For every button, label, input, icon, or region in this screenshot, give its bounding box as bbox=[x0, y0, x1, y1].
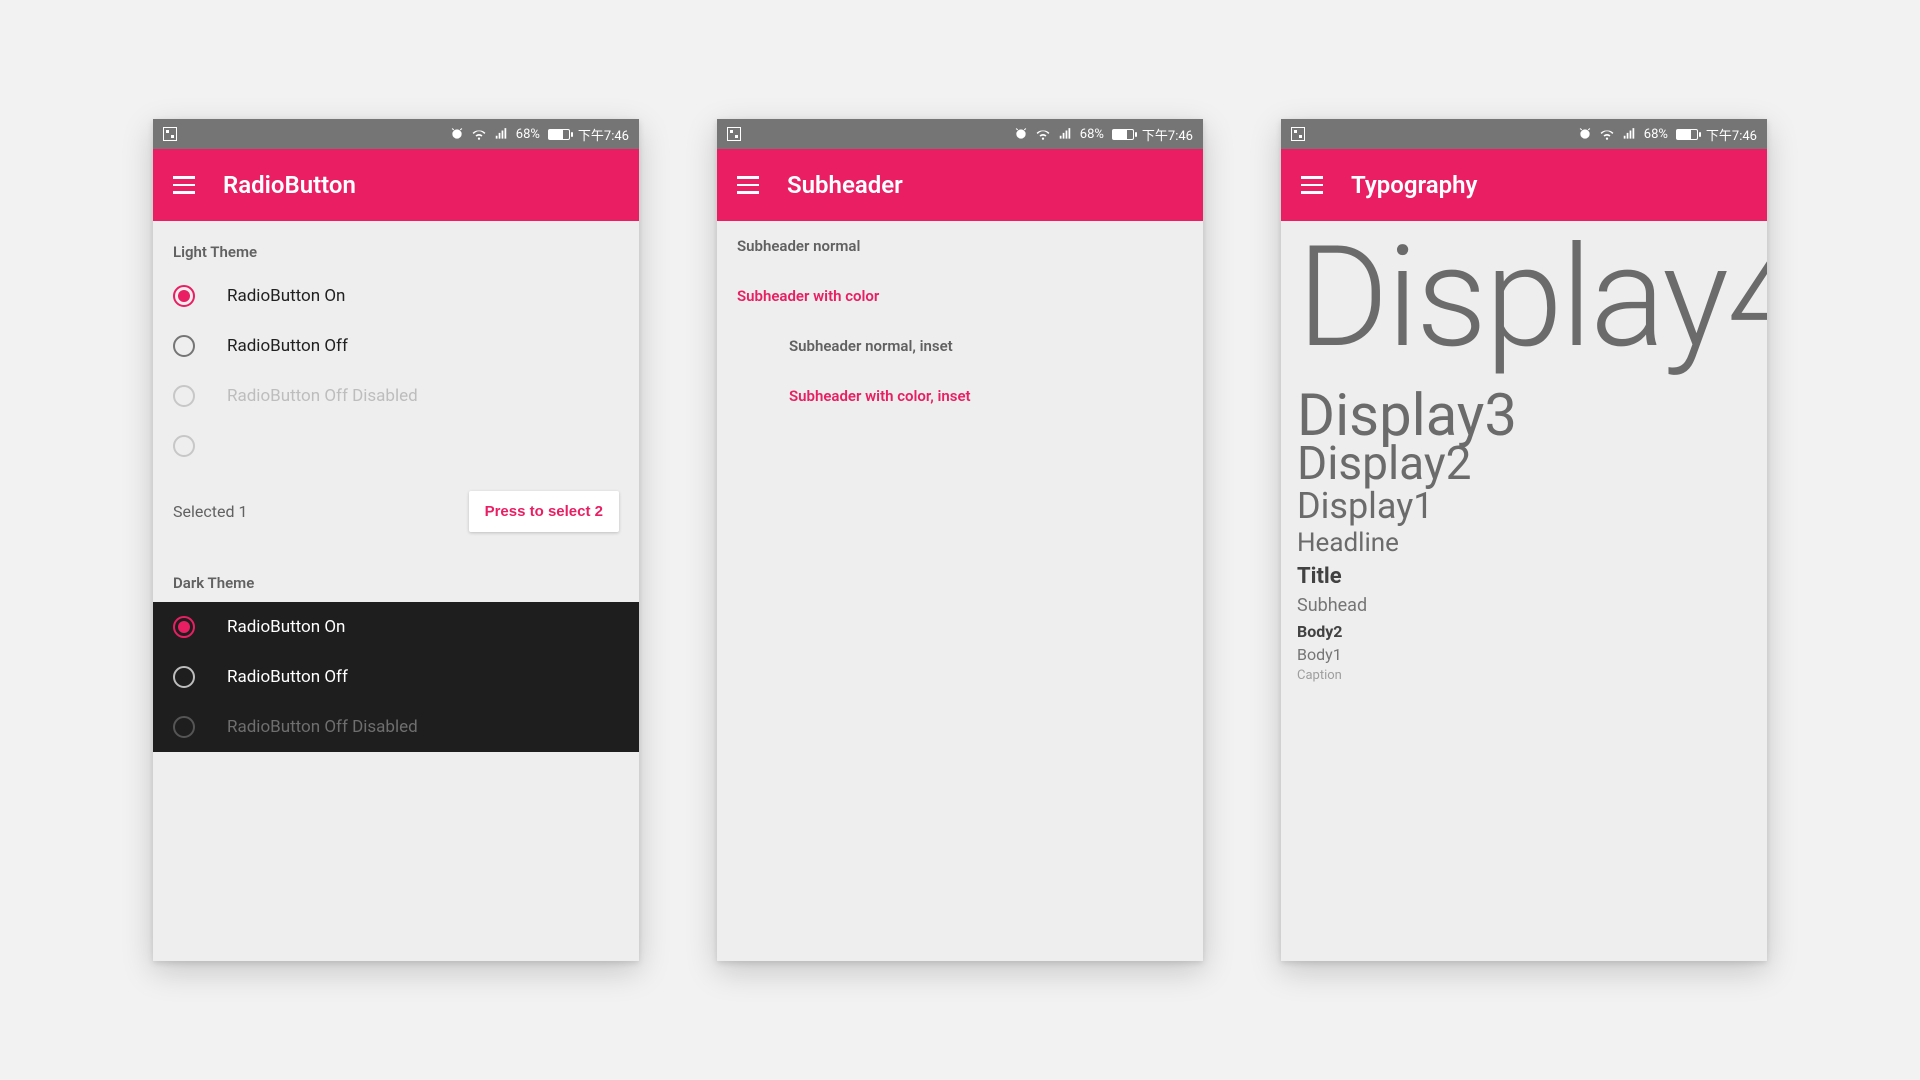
battery-icon bbox=[1676, 129, 1698, 140]
radio-off-disabled-icon bbox=[173, 385, 195, 407]
dark-radio-off-row[interactable]: RadioButton Off bbox=[153, 652, 639, 702]
signal-icon bbox=[494, 127, 508, 141]
menu-icon[interactable] bbox=[1301, 176, 1323, 194]
menu-icon[interactable] bbox=[173, 176, 195, 194]
press-to-select-button[interactable]: Press to select 2 bbox=[469, 491, 619, 532]
content-subheader: Subheader normal Subheader with color Su… bbox=[717, 221, 1203, 961]
text-caption: Caption bbox=[1297, 668, 1751, 683]
text-subhead: Subhead bbox=[1297, 595, 1751, 616]
content-radiobutton: Light Theme RadioButton On RadioButton O… bbox=[153, 221, 639, 961]
app-bar: Subheader bbox=[717, 149, 1203, 221]
status-bar: 68% 下午7:46 bbox=[1281, 119, 1767, 149]
dark-radio-off-label: RadioButton Off bbox=[227, 667, 348, 687]
subheader-color: Subheader with color bbox=[717, 271, 1203, 321]
radio-off-disabled-label: RadioButton Off Disabled bbox=[227, 386, 418, 406]
content-typography: Display4 Display3 Display2 Display1 Head… bbox=[1281, 221, 1767, 961]
app-title: Subheader bbox=[787, 171, 903, 199]
phone-subheader: 68% 下午7:46 Subheader Subheader normal Su… bbox=[717, 119, 1203, 961]
radio-on-label: RadioButton On bbox=[227, 286, 345, 306]
battery-icon bbox=[1112, 129, 1134, 140]
battery-percent: 68% bbox=[516, 127, 540, 142]
text-title: Title bbox=[1297, 564, 1751, 589]
wifi-icon bbox=[1036, 127, 1050, 141]
radio-on-icon[interactable] bbox=[173, 285, 195, 307]
radio-off-row[interactable]: RadioButton Off bbox=[153, 321, 639, 371]
alarm-icon bbox=[1014, 127, 1028, 141]
phone-typography: 68% 下午7:46 Typography Display4 Display3 … bbox=[1281, 119, 1767, 961]
status-time: 下午7:46 bbox=[1142, 125, 1193, 144]
dark-radio-off-disabled-icon bbox=[173, 716, 195, 738]
phone-radiobutton: 68% 下午7:46 RadioButton Light Theme Radio… bbox=[153, 119, 639, 961]
status-bar: 68% 下午7:46 bbox=[717, 119, 1203, 149]
battery-percent: 68% bbox=[1080, 127, 1104, 142]
app-title: Typography bbox=[1351, 171, 1477, 199]
status-time: 下午7:46 bbox=[1706, 125, 1757, 144]
menu-icon[interactable] bbox=[737, 176, 759, 194]
alarm-icon bbox=[1578, 127, 1592, 141]
text-display1: Display1 bbox=[1297, 488, 1751, 524]
subheader-normal-inset: Subheader normal, inset bbox=[717, 321, 1203, 371]
text-display2: Display2 bbox=[1297, 444, 1751, 485]
subheader-color-inset: Subheader with color, inset bbox=[717, 371, 1203, 421]
dark-radio-on-icon[interactable] bbox=[173, 616, 195, 638]
text-headline: Headline bbox=[1297, 528, 1751, 558]
status-time: 下午7:46 bbox=[578, 125, 629, 144]
wifi-icon bbox=[472, 127, 486, 141]
dark-radio-on-label: RadioButton On bbox=[227, 617, 345, 637]
app-bar: Typography bbox=[1281, 149, 1767, 221]
selected-text: Selected 1 bbox=[173, 502, 247, 521]
radio-empty-disabled-row bbox=[153, 421, 639, 471]
dark-radio-on-row[interactable]: RadioButton On bbox=[153, 602, 639, 652]
selected-row: Selected 1 Press to select 2 bbox=[153, 471, 639, 552]
radio-off-label: RadioButton Off bbox=[227, 336, 348, 356]
wifi-icon bbox=[1600, 127, 1614, 141]
dark-theme-block: RadioButton On RadioButton Off RadioButt… bbox=[153, 602, 639, 752]
fullscreen-icon bbox=[1291, 127, 1305, 141]
dark-theme-label: Dark Theme bbox=[153, 552, 639, 602]
text-display4: Display4 bbox=[1297, 225, 1751, 372]
fullscreen-icon bbox=[727, 127, 741, 141]
text-display3: Display3 bbox=[1297, 390, 1751, 442]
radio-off-disabled-row: RadioButton Off Disabled bbox=[153, 371, 639, 421]
dark-radio-off-disabled-label: RadioButton Off Disabled bbox=[227, 717, 418, 737]
app-bar: RadioButton bbox=[153, 149, 639, 221]
battery-icon bbox=[548, 129, 570, 140]
dark-radio-off-disabled-row: RadioButton Off Disabled bbox=[153, 702, 639, 752]
text-body1: Body1 bbox=[1297, 645, 1751, 664]
alarm-icon bbox=[450, 127, 464, 141]
app-title: RadioButton bbox=[223, 171, 356, 199]
radio-empty-disabled-icon bbox=[173, 435, 195, 457]
signal-icon bbox=[1622, 127, 1636, 141]
radio-on-row[interactable]: RadioButton On bbox=[153, 271, 639, 321]
light-theme-label: Light Theme bbox=[153, 221, 639, 271]
text-body2: Body2 bbox=[1297, 622, 1751, 641]
battery-percent: 68% bbox=[1644, 127, 1668, 142]
fullscreen-icon bbox=[163, 127, 177, 141]
dark-radio-off-icon[interactable] bbox=[173, 666, 195, 688]
subheader-normal: Subheader normal bbox=[717, 221, 1203, 271]
status-bar: 68% 下午7:46 bbox=[153, 119, 639, 149]
signal-icon bbox=[1058, 127, 1072, 141]
radio-off-icon[interactable] bbox=[173, 335, 195, 357]
